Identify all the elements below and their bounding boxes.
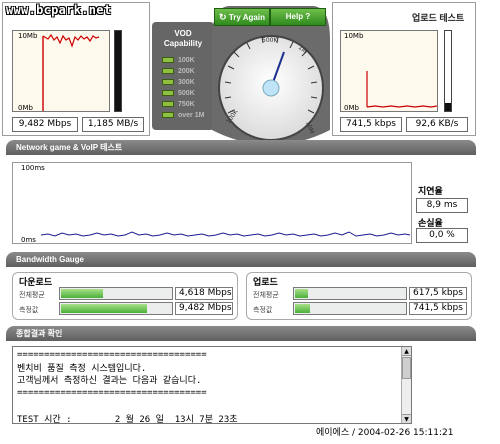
speed-gauge: 100K 500K 1M 10M ↻ Try Again Help ? [210,0,332,152]
watermark-text: www.bcpark.net [6,3,112,17]
scroll-thumb[interactable] [402,357,411,379]
summary-scrollbar[interactable]: ▲ ▼ [401,347,411,423]
summary-section-title: 종합결과 확인 [16,329,63,338]
download-meas-bar [59,302,173,315]
upload-graph [340,30,438,112]
download-level-bar [114,30,122,112]
summary-line: 고객님께서 측정하신 결과는 다음과 같습니다. [17,376,202,386]
download-meas-fill [61,304,147,313]
upload-y-top: 10Mb [344,32,364,40]
download-mbps-box: 9,482 Mbps [12,117,78,132]
help-icon: ? [305,12,311,21]
download-graph-svg [42,33,100,111]
latency-value-box: 8,9 ms [416,198,468,213]
upload-meas-value: 741,5 kbps [409,302,467,315]
download-avg-fill [61,289,103,298]
upload-trace [366,105,438,108]
vod-level-500k: 500K [162,89,195,99]
upload-avg-label: 전체평균 [253,291,279,299]
latency-graph-svg [40,231,411,237]
network-section-title: Network game & VoIP 테스트 [16,143,123,152]
download-graph [12,30,110,112]
upload-meas-fill [295,304,310,313]
download-y-bottom: 0Mb [18,104,33,112]
summary-section-bar: 종합결과 확인 [6,326,476,341]
vod-title-line2: Capability [163,39,203,48]
download-meas-value: 9,482 Mbps [175,302,233,315]
bandwidth-section-bar: Bandwidth Gauge [6,252,476,267]
vod-level-over1m: over 1M [162,111,204,121]
upload-avg-bar [293,287,407,300]
vod-title-line1: VOD [174,29,192,38]
download-avg-label: 전체평균 [19,291,45,299]
vod-level-200k: 200K [162,67,195,77]
vod-level-300k: 300K [162,78,195,88]
upload-avg-value: 617,5 kbps [409,287,467,300]
upload-title: 업로드 테스트 [412,13,465,23]
gauge-scale-label: 500K [262,37,278,44]
upload-gauge-panel: 업로드 전체평균 측정값 617,5 kbps 741,5 kbps [246,272,472,320]
download-avg-value: 4,618 Mbps [175,287,233,300]
loss-value-box: 0,0 % [416,228,468,243]
upload-graph-svg [366,71,438,108]
latency-graph [12,162,412,244]
vod-capability-panel: VOD Capability 100K 200K 300K 500K 750K … [152,22,214,130]
help-button[interactable]: Help ? [270,8,326,26]
led-icon [162,57,174,64]
led-icon [162,79,174,86]
summary-line: =================================== [17,388,207,398]
summary-line: TEST 시간 : 2 월 26 일 13시 7분 23초 [17,415,238,424]
try-again-button[interactable]: ↻ Try Again [214,8,270,26]
network-section-bar: Network game & VoIP 테스트 [6,140,476,155]
download-mbs-box: 1,185 MB/s [82,117,144,132]
download-y-top: 10Mb [18,32,38,40]
download-avg-bar [59,287,173,300]
summary-line: =================================== [17,350,207,360]
led-icon [162,68,174,75]
vod-level-750k: 750K [162,100,195,110]
bandwidth-section-title: Bandwidth Gauge [16,255,84,264]
download-gauge-panel: 다운로드 전체평균 측정값 4,618 Mbps 9,482 Mbps [12,272,238,320]
upload-y-bottom: 0Mb [344,104,359,112]
download-gauge-title: 다운로드 [19,278,53,288]
latency-y-top: 100ms [21,164,45,172]
download-meas-label: 측정값 [19,306,39,314]
upload-meas-bar [293,302,407,315]
latency-y-bottom: 0ms [21,236,36,244]
led-icon [162,90,174,97]
gauge-hub [262,79,280,97]
upload-gauge-title: 업로드 [253,278,278,288]
led-icon [162,101,174,108]
upload-avg-fill [295,289,308,298]
scroll-up-icon[interactable]: ▲ [402,347,411,356]
upload-kbps-box: 741,5 kbps [340,117,402,132]
summary-textarea[interactable]: =================================== 벤치비 … [12,346,412,424]
footer-timestamp: 에이에스 / 2004-02-26 15:11:21 [316,428,454,438]
scroll-down-icon[interactable]: ▼ [402,414,411,423]
led-icon [162,112,174,119]
upload-kbs-box: 92,6 KB/s [406,117,468,132]
upload-level-bar [444,30,452,112]
vod-level-100k: 100K [162,56,195,66]
download-trace [42,33,100,48]
refresh-icon: ↻ [219,12,227,22]
latency-label: 지연율 [418,187,443,197]
latency-trace [40,231,411,237]
upload-meas-label: 측정값 [253,306,273,314]
speed-test-window: www.bcpark.net 10Mb 0Mb 9,482 Mbps 1,185… [0,0,500,444]
